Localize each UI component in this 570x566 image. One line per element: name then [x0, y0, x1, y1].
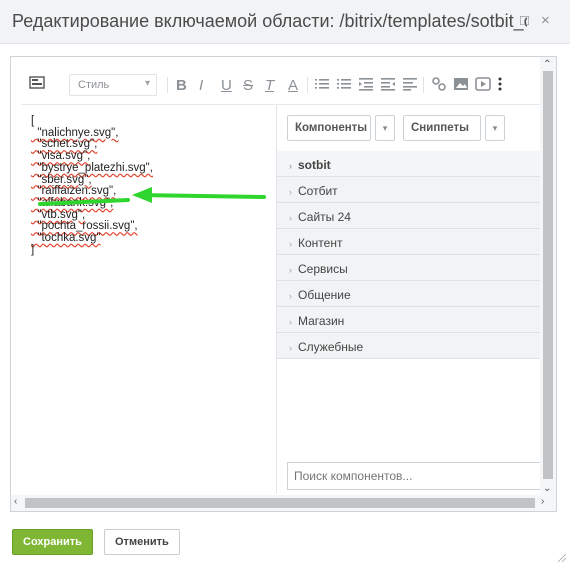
group-label: Контент [298, 236, 343, 250]
bullet-list-icon[interactable] [336, 76, 352, 96]
chevron-right-icon: › [289, 343, 292, 353]
group-item[interactable]: › Сервисы [277, 255, 541, 281]
dialog-titlebar[interactable]: Редактирование включаемой области: /bitr… [0, 0, 570, 44]
close-icon[interactable]: × [541, 13, 550, 29]
chevron-right-icon: › [289, 291, 292, 301]
group-label: Сайты 24 [298, 210, 351, 224]
components-dropdown-button[interactable]: ▾ [375, 115, 395, 141]
chevron-right-icon: › [289, 317, 292, 327]
group-item[interactable]: › Служебные [277, 333, 541, 359]
snippets-dropdown-button[interactable]: ▾ [485, 115, 505, 141]
chevron-down-icon: ▾ [144, 78, 150, 89]
component-groups: › sotbit › Сотбит › Сайты 24 › Контент › Серв… [277, 151, 541, 359]
link-icon[interactable] [431, 76, 447, 96]
group-label: Сервисы [298, 262, 348, 276]
group-item[interactable]: › Сотбит [277, 177, 541, 203]
horizontal-scrollbar[interactable]: ‹ › [11, 495, 556, 511]
group-label: Магазин [298, 314, 345, 328]
code-line: "tochka.svg" [31, 232, 101, 245]
save-button[interactable]: Сохранить [12, 529, 93, 555]
code-line: [ [31, 115, 35, 127]
chevron-right-icon: › [289, 187, 292, 197]
chevron-right-icon: › [289, 161, 292, 171]
italic-button[interactable]: I [199, 77, 203, 94]
video-icon[interactable] [475, 76, 491, 96]
vertical-scroll-thumb[interactable] [543, 71, 553, 479]
scroll-right-icon[interactable]: › [541, 496, 544, 507]
green-arrow-annotation [38, 187, 266, 206]
group-label: Общение [298, 288, 351, 302]
image-icon[interactable] [453, 76, 469, 96]
group-label: Служебные [298, 340, 364, 354]
code-line: "bystrye_platezhi.svg", [31, 161, 153, 174]
snippets-tab-button[interactable]: Сниппеты [403, 115, 481, 141]
chevron-right-icon: › [289, 213, 292, 223]
source-mode-icon[interactable] [29, 75, 45, 95]
group-item[interactable]: › sotbit [277, 151, 541, 177]
editor-toolbar: Стиль ▾ B I U S T A [21, 68, 541, 104]
dialog: Редактирование включаемой области: /bitr… [0, 0, 570, 566]
align-icon[interactable] [402, 76, 418, 96]
toolbar-divider [167, 77, 168, 93]
scroll-up-icon[interactable]: ⌃ [543, 59, 551, 70]
toolbar-divider [423, 77, 424, 93]
components-tab-button[interactable]: Компоненты [287, 115, 371, 141]
toolbar-divider [307, 77, 308, 93]
scroll-down-icon[interactable]: ⌄ [543, 483, 551, 494]
more-icon[interactable] [497, 76, 503, 96]
ordered-list-icon[interactable] [314, 76, 330, 96]
group-label: Сотбит [298, 184, 338, 198]
code-line: ] [31, 243, 35, 256]
cancel-button[interactable]: Отменить [104, 529, 180, 555]
vertical-scrollbar[interactable]: ⌃ ⌄ [540, 57, 556, 497]
resize-grip-icon[interactable] [556, 552, 566, 562]
component-search-input[interactable] [287, 462, 541, 490]
underline-button[interactable]: U [221, 77, 232, 94]
editor-frame: Стиль ▾ B I U S T A ["nalichnye.svg", "… [10, 56, 557, 512]
indent-icon[interactable] [380, 76, 396, 96]
group-item[interactable]: › Сайты 24 [277, 203, 541, 229]
components-panel: Компоненты ▾ Сниппеты ▾ › sotbit › Сотбит … [277, 105, 541, 493]
group-item[interactable]: › Контент [277, 229, 541, 255]
horizontal-scroll-thumb[interactable] [25, 498, 535, 508]
maximize-icon[interactable]: □ [520, 13, 529, 29]
style-select[interactable]: Стиль ▾ [69, 74, 157, 96]
chevron-right-icon: › [289, 239, 292, 249]
group-item[interactable]: › Общение [277, 281, 541, 307]
scroll-left-icon[interactable]: ‹ [14, 496, 17, 507]
outdent-icon[interactable] [358, 76, 374, 96]
text-color-button[interactable]: A [288, 77, 298, 94]
code-editor[interactable]: [ "nalichnye.svg", "schet.svg", "visa.sv… [31, 115, 277, 491]
group-item[interactable]: › Магазин [277, 307, 541, 333]
bold-button[interactable]: B [176, 77, 187, 94]
chevron-right-icon: › [289, 265, 292, 275]
dialog-title: Редактирование включаемой области: /bitr… [12, 11, 527, 31]
group-label: sotbit [298, 158, 331, 172]
editor-area: [ "nalichnye.svg", "schet.svg", "visa.sv… [21, 104, 541, 493]
strikethrough-button[interactable]: S [243, 77, 253, 94]
style-select-label: Стиль [78, 79, 110, 91]
clear-format-button[interactable]: T [265, 77, 274, 94]
